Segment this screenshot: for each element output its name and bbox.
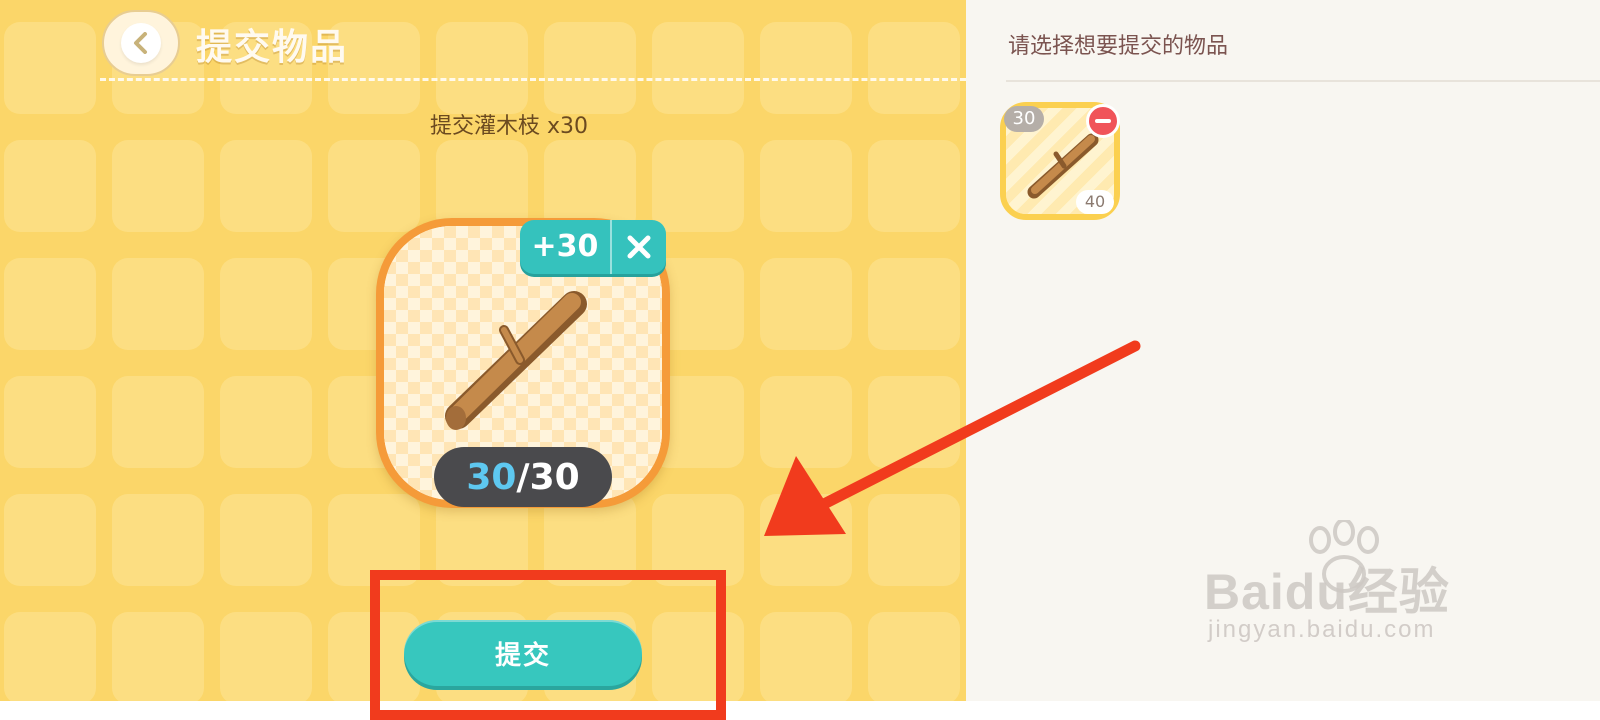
background-tile [760,22,852,114]
branch-icon [445,291,587,430]
count-required: 30 [529,456,580,498]
request-label: 提交灌木枝 x30 [430,114,589,139]
background-tile [112,612,204,701]
background-tile [112,258,204,350]
background-tile [112,140,204,232]
background-tile [220,612,312,701]
background-tile [868,612,960,701]
background-tile [868,140,960,232]
added-amount-badge: +30 [520,220,666,274]
background-tile [220,140,312,232]
watermark-url: jingyan.baidu.com [1208,616,1436,643]
background-tile [544,22,636,114]
back-circle [121,23,161,63]
background-tile [112,494,204,586]
background-tile [436,22,528,114]
watermark-brand: Baidu经验 [1204,564,1450,620]
background-tile [4,376,96,468]
chevron-left-icon [134,32,147,54]
decrease-button[interactable] [1086,104,1120,138]
background-tile [220,258,312,350]
slot-selected-count: 30 [1004,106,1044,132]
panel-divider [1006,80,1600,82]
close-icon [627,235,651,259]
panel-title: 请选择想要提交的物品 [1008,34,1229,59]
background-tile [4,258,96,350]
highlight-box [370,570,726,720]
added-amount: +30 [520,220,612,274]
background-tile [4,140,96,232]
background-tile [760,612,852,701]
title-divider [100,78,966,81]
back-button[interactable] [102,10,180,76]
background-tile [760,140,852,232]
slot-stock-count: 40 [1076,190,1114,214]
background-tile [4,22,96,114]
background-tile [760,258,852,350]
background-tile [220,494,312,586]
background-tile [4,494,96,586]
watermark: Baidu经验 jingyan.baidu.com [1200,520,1500,670]
count-current: 30 [466,456,517,498]
remove-selection-button[interactable] [612,234,666,260]
background-tile [652,140,744,232]
background-tile [112,376,204,468]
background-tile [220,376,312,468]
background-tile [4,612,96,701]
background-tile [652,22,744,114]
annotation-arrow [764,340,1141,536]
page-title: 提交物品 [196,27,349,68]
count-separator: / [516,456,530,498]
background-tile [868,22,960,114]
minus-icon [1095,119,1111,123]
background-tile [868,258,960,350]
background-tile [328,140,420,232]
progress-count: 30 / 30 [434,447,612,507]
